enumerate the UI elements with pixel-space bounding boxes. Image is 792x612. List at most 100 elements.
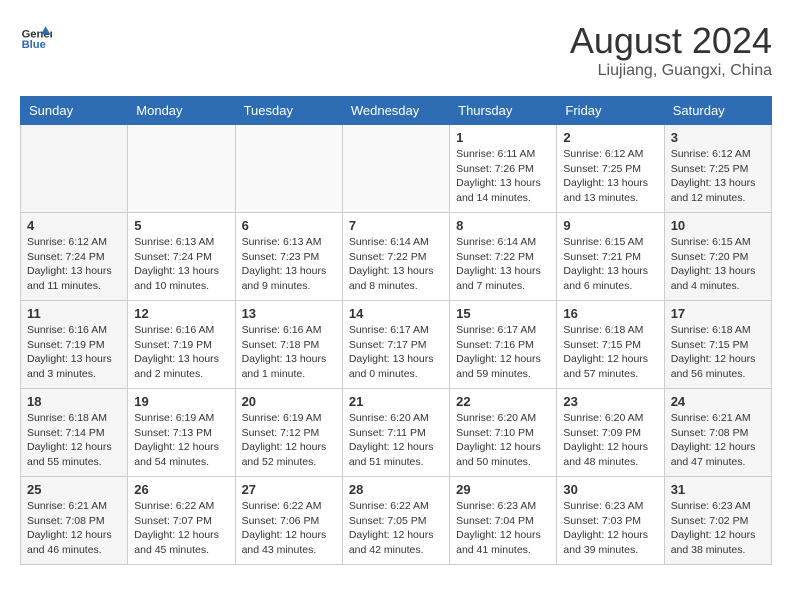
calendar-cell: 27Sunrise: 6:22 AM Sunset: 7:06 PM Dayli… <box>235 477 342 565</box>
calendar-cell <box>21 125 128 213</box>
calendar-cell: 8 Sunrise: 6:14 AM Sunset: 7:22 PM Daylig… <box>450 213 557 301</box>
day-number: 31 <box>671 482 765 497</box>
day-info: Sunrise: 6:23 AM Sunset: 7:03 PM Dayligh… <box>563 499 657 558</box>
calendar-cell <box>128 125 235 213</box>
day-number: 7 <box>349 218 443 233</box>
day-info: Sunrise: 6:16 AM Sunset: 7:19 PM Dayligh… <box>134 323 228 382</box>
calendar-cell: 13Sunrise: 6:16 AM Sunset: 7:18 PM Dayli… <box>235 301 342 389</box>
day-number: 5 <box>134 218 228 233</box>
day-header-saturday: Saturday <box>664 97 771 125</box>
day-number: 1 <box>456 130 550 145</box>
calendar-week-3: 11 Sunrise: 6:16 AM Sunset: 7:19 PM Dayli… <box>21 301 772 389</box>
month-year: August 2024 <box>570 20 772 62</box>
calendar-cell: 24 Sunrise: 6:21 AM Sunset: 7:08 PM Dayli… <box>664 389 771 477</box>
calendar-cell: 30 Sunrise: 6:23 AM Sunset: 7:03 PM Dayli… <box>557 477 664 565</box>
day-info: Sunrise: 6:21 AM Sunset: 7:08 PM Dayligh… <box>671 411 765 470</box>
location: Liujiang, Guangxi, China <box>570 62 772 80</box>
day-info: Sunrise: 6:19 AM Sunset: 7:13 PM Dayligh… <box>134 411 228 470</box>
svg-text:Blue: Blue <box>22 39 46 51</box>
day-number: 27 <box>242 482 336 497</box>
calendar-week-2: 4 Sunrise: 6:12 AM Sunset: 7:24 PM Daylig… <box>21 213 772 301</box>
day-number: 23 <box>563 394 657 409</box>
day-info: Sunrise: 6:13 AM Sunset: 7:23 PM Dayligh… <box>242 235 336 294</box>
day-info: Sunrise: 6:13 AM Sunset: 7:24 PM Dayligh… <box>134 235 228 294</box>
calendar-cell: 23 Sunrise: 6:20 AM Sunset: 7:09 PM Dayli… <box>557 389 664 477</box>
day-info: Sunrise: 6:20 AM Sunset: 7:09 PM Dayligh… <box>563 411 657 470</box>
calendar-cell: 5 Sunrise: 6:13 AM Sunset: 7:24 PM Daylig… <box>128 213 235 301</box>
calendar-cell: 7 Sunrise: 6:14 AM Sunset: 7:22 PM Daylig… <box>342 213 449 301</box>
day-number: 18 <box>27 394 121 409</box>
day-number: 8 <box>456 218 550 233</box>
calendar-week-4: 18 Sunrise: 6:18 AM Sunset: 7:14 PM Dayli… <box>21 389 772 477</box>
calendar-cell: 22 Sunrise: 6:20 AM Sunset: 7:10 PM Dayli… <box>450 389 557 477</box>
day-info: Sunrise: 6:22 AM Sunset: 7:05 PM Dayligh… <box>349 499 443 558</box>
day-number: 4 <box>27 218 121 233</box>
day-number: 29 <box>456 482 550 497</box>
day-number: 10 <box>671 218 765 233</box>
day-number: 30 <box>563 482 657 497</box>
day-info: Sunrise: 6:15 AM Sunset: 7:21 PM Dayligh… <box>563 235 657 294</box>
day-info: Sunrise: 6:15 AM Sunset: 7:20 PM Dayligh… <box>671 235 765 294</box>
day-number: 2 <box>563 130 657 145</box>
day-header-wednesday: Wednesday <box>342 97 449 125</box>
calendar-cell <box>342 125 449 213</box>
day-number: 16 <box>563 306 657 321</box>
logo-icon: General Blue <box>20 20 52 52</box>
day-info: Sunrise: 6:20 AM Sunset: 7:10 PM Dayligh… <box>456 411 550 470</box>
calendar-cell: 1 Sunrise: 6:11 AM Sunset: 7:26 PM Daylig… <box>450 125 557 213</box>
day-info: Sunrise: 6:18 AM Sunset: 7:15 PM Dayligh… <box>671 323 765 382</box>
day-number: 19 <box>134 394 228 409</box>
calendar-cell: 21 Sunrise: 6:20 AM Sunset: 7:11 PM Dayli… <box>342 389 449 477</box>
day-number: 9 <box>563 218 657 233</box>
day-number: 11 <box>27 306 121 321</box>
day-number: 17 <box>671 306 765 321</box>
calendar-body: 1 Sunrise: 6:11 AM Sunset: 7:26 PM Daylig… <box>21 125 772 565</box>
day-info: Sunrise: 6:21 AM Sunset: 7:08 PM Dayligh… <box>27 499 121 558</box>
calendar-cell: 18 Sunrise: 6:18 AM Sunset: 7:14 PM Dayli… <box>21 389 128 477</box>
logo: General Blue <box>20 20 52 52</box>
calendar-week-5: 25 Sunrise: 6:21 AM Sunset: 7:08 PM Dayli… <box>21 477 772 565</box>
day-info: Sunrise: 6:17 AM Sunset: 7:16 PM Dayligh… <box>456 323 550 382</box>
day-header-monday: Monday <box>128 97 235 125</box>
day-header-sunday: Sunday <box>21 97 128 125</box>
calendar-cell: 28 Sunrise: 6:22 AM Sunset: 7:05 PM Dayli… <box>342 477 449 565</box>
day-number: 14 <box>349 306 443 321</box>
calendar-cell: 2 Sunrise: 6:12 AM Sunset: 7:25 PM Daylig… <box>557 125 664 213</box>
calendar-cell: 29 Sunrise: 6:23 AM Sunset: 7:04 PM Dayli… <box>450 477 557 565</box>
calendar-cell: 4 Sunrise: 6:12 AM Sunset: 7:24 PM Daylig… <box>21 213 128 301</box>
day-info: Sunrise: 6:23 AM Sunset: 7:02 PM Dayligh… <box>671 499 765 558</box>
day-info: Sunrise: 6:17 AM Sunset: 7:17 PM Dayligh… <box>349 323 443 382</box>
calendar-cell: 14 Sunrise: 6:17 AM Sunset: 7:17 PM Dayli… <box>342 301 449 389</box>
day-info: Sunrise: 6:12 AM Sunset: 7:24 PM Dayligh… <box>27 235 121 294</box>
day-info: Sunrise: 6:12 AM Sunset: 7:25 PM Dayligh… <box>671 147 765 206</box>
day-header-tuesday: Tuesday <box>235 97 342 125</box>
day-header-thursday: Thursday <box>450 97 557 125</box>
day-info: Sunrise: 6:19 AM Sunset: 7:12 PM Dayligh… <box>242 411 336 470</box>
day-info: Sunrise: 6:23 AM Sunset: 7:04 PM Dayligh… <box>456 499 550 558</box>
calendar-cell <box>235 125 342 213</box>
day-number: 22 <box>456 394 550 409</box>
day-number: 24 <box>671 394 765 409</box>
day-info: Sunrise: 6:18 AM Sunset: 7:15 PM Dayligh… <box>563 323 657 382</box>
calendar-table: SundayMondayTuesdayWednesdayThursdayFrid… <box>20 96 772 565</box>
calendar-week-1: 1 Sunrise: 6:11 AM Sunset: 7:26 PM Daylig… <box>21 125 772 213</box>
day-number: 21 <box>349 394 443 409</box>
title-block: August 2024 Liujiang, Guangxi, China <box>570 20 772 80</box>
day-header-friday: Friday <box>557 97 664 125</box>
calendar-cell: 25 Sunrise: 6:21 AM Sunset: 7:08 PM Dayli… <box>21 477 128 565</box>
day-info: Sunrise: 6:20 AM Sunset: 7:11 PM Dayligh… <box>349 411 443 470</box>
day-number: 20 <box>242 394 336 409</box>
day-info: Sunrise: 6:18 AM Sunset: 7:14 PM Dayligh… <box>27 411 121 470</box>
day-info: Sunrise: 6:14 AM Sunset: 7:22 PM Dayligh… <box>456 235 550 294</box>
day-info: Sunrise: 6:22 AM Sunset: 7:07 PM Dayligh… <box>134 499 228 558</box>
calendar-cell: 9 Sunrise: 6:15 AM Sunset: 7:21 PM Daylig… <box>557 213 664 301</box>
day-number: 28 <box>349 482 443 497</box>
calendar-cell: 19 Sunrise: 6:19 AM Sunset: 7:13 PM Dayli… <box>128 389 235 477</box>
calendar-cell: 20 Sunrise: 6:19 AM Sunset: 7:12 PM Dayli… <box>235 389 342 477</box>
day-info: Sunrise: 6:11 AM Sunset: 7:26 PM Dayligh… <box>456 147 550 206</box>
day-number: 6 <box>242 218 336 233</box>
day-number: 25 <box>27 482 121 497</box>
calendar-cell: 6 Sunrise: 6:13 AM Sunset: 7:23 PM Daylig… <box>235 213 342 301</box>
day-info: Sunrise: 6:14 AM Sunset: 7:22 PM Dayligh… <box>349 235 443 294</box>
day-info: Sunrise: 6:12 AM Sunset: 7:25 PM Dayligh… <box>563 147 657 206</box>
